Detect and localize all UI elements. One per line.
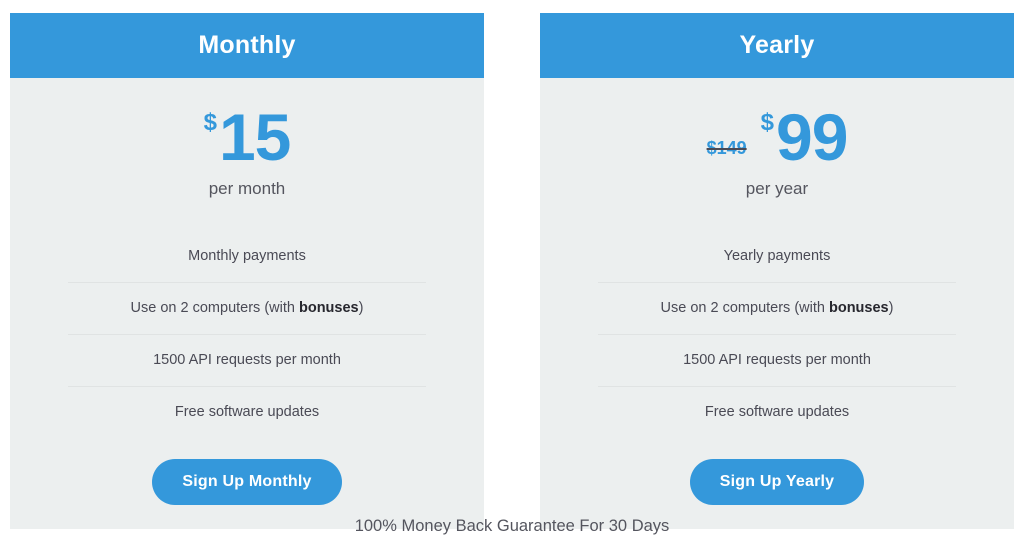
feature-item: 1500 API requests per month	[68, 333, 426, 386]
plan-title: Monthly	[198, 31, 296, 59]
feature-emphasis: bonuses	[298, 299, 359, 316]
pricing-card-yearly: Yearly $149 $ 99 per year Yearly payment…	[540, 13, 1014, 530]
feature-item: Free software updates	[68, 385, 426, 438]
plan-title: Yearly	[739, 31, 815, 59]
price-line: $149 $ 99	[706, 100, 849, 174]
feature-text: Yearly payments	[723, 248, 831, 264]
feature-list-yearly: Yearly payments Use on 2 computers (with…	[598, 231, 956, 437]
feature-item: 1500 API requests per month	[598, 333, 956, 386]
price-amount: 15	[218, 100, 291, 174]
currency-symbol: $	[203, 109, 217, 136]
currency-symbol: $	[760, 109, 774, 136]
feature-item: Monthly payments	[68, 231, 426, 282]
pricing-card-monthly: Monthly $ 15 per month Monthly payments	[10, 13, 484, 530]
feature-text: Use on 2 computers (with	[130, 299, 299, 316]
feature-text: Free software updates	[704, 403, 850, 420]
sign-up-monthly-button[interactable]: Sign Up Monthly	[152, 459, 342, 506]
price-block: $149 $ 99 per year	[706, 100, 849, 199]
feature-text: Free software updates	[174, 403, 320, 420]
feature-text-after: )	[888, 299, 894, 316]
feature-emphasis: bonuses	[828, 299, 889, 316]
price-block: $ 15 per month	[203, 100, 292, 199]
card-body-yearly: $149 $ 99 per year Yearly payments Use o…	[540, 78, 1014, 529]
feature-list-monthly: Monthly payments Use on 2 computers (wit…	[68, 231, 426, 437]
money-back-guarantee-note: 100% Money Back Guarantee For 30 Days	[354, 517, 670, 535]
sign-up-yearly-button[interactable]: Sign Up Yearly	[689, 459, 865, 506]
feature-item: Yearly payments	[598, 231, 956, 282]
pricing-cards-row: Monthly $ 15 per month Monthly payments	[10, 13, 1014, 530]
feature-text: 1500 API requests per month	[683, 351, 871, 368]
pricing-page: Monthly $ 15 per month Monthly payments	[0, 0, 1024, 553]
old-price: $149	[706, 138, 747, 158]
feature-text-after: )	[358, 299, 364, 316]
billing-period: per month	[208, 179, 286, 198]
feature-item: Use on 2 computers (with bonuses)	[68, 281, 426, 334]
billing-period: per year	[745, 179, 809, 198]
card-header-monthly: Monthly	[10, 13, 484, 78]
feature-item: Free software updates	[598, 385, 956, 438]
feature-item: Use on 2 computers (with bonuses)	[598, 281, 956, 334]
feature-text: Use on 2 computers (with	[660, 299, 829, 316]
card-header-yearly: Yearly	[540, 13, 1014, 78]
price-amount: 99	[775, 100, 848, 174]
price-line: $ 15	[203, 100, 292, 174]
feature-text: 1500 API requests per month	[153, 351, 341, 368]
feature-text: Monthly payments	[188, 248, 306, 264]
card-body-monthly: $ 15 per month Monthly payments Use on 2…	[10, 78, 484, 529]
